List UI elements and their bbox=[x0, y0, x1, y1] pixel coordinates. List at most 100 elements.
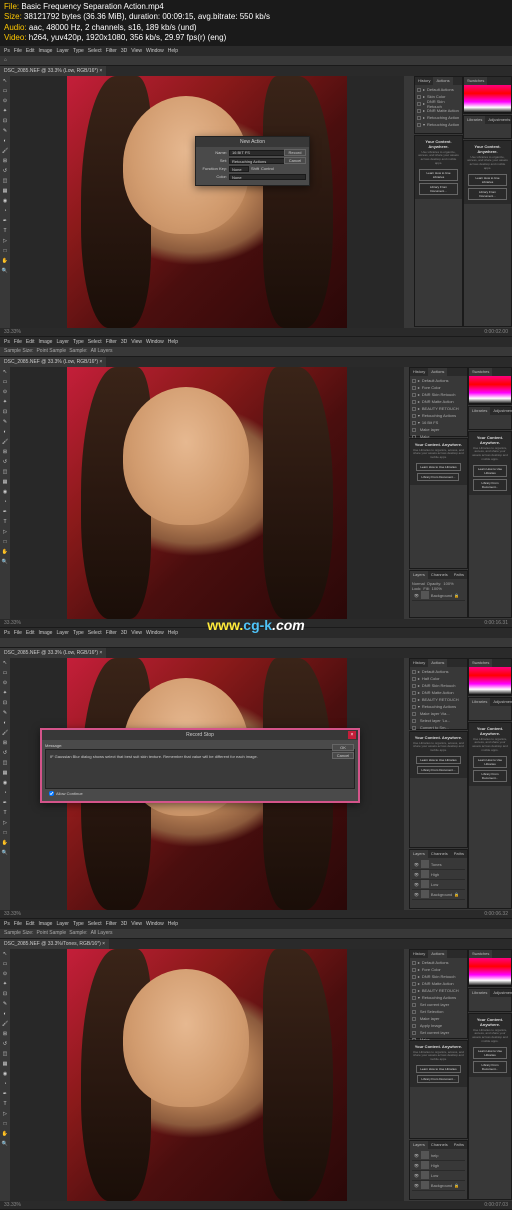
color-select[interactable]: None bbox=[229, 174, 306, 180]
menu-type[interactable]: Type bbox=[73, 339, 84, 345]
move-tool[interactable]: ↖ bbox=[0, 76, 10, 86]
gradient-tool[interactable]: ▦ bbox=[0, 186, 10, 196]
menu-file[interactable]: File bbox=[14, 339, 22, 345]
layer-row[interactable]: 👁Tones bbox=[412, 860, 465, 870]
eye-icon[interactable]: 👁 bbox=[414, 872, 419, 877]
eye-icon[interactable]: 👁 bbox=[414, 1183, 419, 1188]
eye-icon[interactable]: 👁 bbox=[414, 1163, 419, 1168]
menu-type[interactable]: Type bbox=[73, 48, 84, 54]
allow-continue-checkbox[interactable] bbox=[49, 791, 54, 796]
pen-tool[interactable]: ✒ bbox=[0, 216, 10, 226]
actions-tab[interactable]: Actions bbox=[428, 659, 447, 667]
menu-image[interactable]: Image bbox=[39, 339, 53, 345]
layers-tab[interactable]: Layers bbox=[410, 1141, 428, 1149]
menu-view[interactable]: View bbox=[131, 48, 142, 54]
fkey-select[interactable]: None bbox=[229, 166, 249, 172]
hand-tool[interactable]: ✋ bbox=[0, 256, 10, 266]
doc-tab[interactable]: DSC_2085.NEF @ 33.3% (Low, RGB/16*) × bbox=[0, 357, 106, 367]
menu-edit[interactable]: Edit bbox=[26, 339, 35, 345]
history-tab[interactable]: History bbox=[415, 77, 433, 85]
color-picker[interactable] bbox=[464, 85, 511, 113]
menu-window[interactable]: Window bbox=[146, 48, 164, 54]
cc-library-button[interactable]: Library From Document... bbox=[419, 183, 458, 195]
message-textarea[interactable]: IF Gaussian Blur dialog shows select tha… bbox=[45, 749, 355, 789]
eye-icon[interactable]: 👁 bbox=[414, 1153, 419, 1158]
menu-layer[interactable]: Layer bbox=[56, 339, 69, 345]
eyedropper-tool[interactable]: ✎ bbox=[0, 126, 10, 136]
actions-tab[interactable]: Actions bbox=[428, 368, 447, 376]
ok-button[interactable]: OK bbox=[332, 744, 354, 751]
cancel-button[interactable]: Cancel bbox=[284, 157, 306, 164]
menu-edit[interactable]: Edit bbox=[26, 48, 35, 54]
menu-3d[interactable]: 3D bbox=[121, 48, 127, 54]
home-icon[interactable]: ⌂ bbox=[4, 57, 7, 63]
actions-tab[interactable]: Actions bbox=[428, 950, 447, 958]
layer-row[interactable]: 👁Low bbox=[412, 1171, 465, 1181]
layers-tab[interactable]: Layers bbox=[410, 571, 428, 579]
menu-help[interactable]: Help bbox=[168, 339, 178, 345]
photoshop-frame-2: Ps FileEditImageLayerTypeSelectFilter3DV… bbox=[0, 337, 512, 627]
layer-row[interactable]: 👁Background🔒 bbox=[412, 890, 465, 900]
cc-learn-button[interactable]: Learn How to Use Libraries bbox=[468, 174, 507, 186]
dialog-title: New Action bbox=[196, 137, 309, 147]
action-item[interactable]: ▸Default Actions bbox=[417, 87, 460, 93]
menu-layer[interactable]: Layer bbox=[56, 48, 69, 54]
eye-icon[interactable]: 👁 bbox=[414, 593, 419, 598]
layer-row[interactable]: 👁High bbox=[412, 870, 465, 880]
eye-icon[interactable]: 👁 bbox=[414, 1173, 419, 1178]
blur-tool[interactable]: ◉ bbox=[0, 196, 10, 206]
path-tool[interactable]: ▷ bbox=[0, 236, 10, 246]
eraser-tool[interactable]: ◫ bbox=[0, 176, 10, 186]
menu-window[interactable]: Window bbox=[146, 339, 164, 345]
shape-tool[interactable]: □ bbox=[0, 246, 10, 256]
doc-tab[interactable]: DSC_2085.NEF @ 33.3% (Low, RGB/16*) × bbox=[0, 648, 106, 658]
layers-tab[interactable]: Layers bbox=[410, 850, 428, 858]
layer-row[interactable]: 👁Background🔒 bbox=[412, 1181, 465, 1191]
menu-select[interactable]: Select bbox=[88, 339, 102, 345]
menu-select[interactable]: Select bbox=[88, 48, 102, 54]
cancel-button[interactable]: Cancel bbox=[332, 752, 354, 759]
canvas-area: Record Stop× Message: IF Gaussian Blur d… bbox=[10, 658, 404, 910]
panel-icons bbox=[404, 76, 414, 328]
doc-tab[interactable]: DSC_2085.NEF @ 33.3% (Low, RGB/16*) × bbox=[0, 66, 106, 76]
wand-tool[interactable]: ✦ bbox=[0, 106, 10, 116]
doc-tab[interactable]: DSC_2085.NEF @ 33.3%/Tones, RGB/16*) × bbox=[0, 939, 109, 949]
menu-view[interactable]: View bbox=[131, 339, 142, 345]
record-button[interactable]: Record bbox=[284, 149, 306, 156]
menu-3d[interactable]: 3D bbox=[121, 339, 127, 345]
layer-row[interactable]: 👁Background🔒 bbox=[412, 591, 465, 601]
brush-tool[interactable]: 🖌 bbox=[0, 146, 10, 156]
eye-icon[interactable]: 👁 bbox=[414, 882, 419, 887]
action-item[interactable]: ▸DNR Matte Action bbox=[417, 108, 460, 114]
eye-icon[interactable]: 👁 bbox=[414, 892, 419, 897]
actions-tab[interactable]: Actions bbox=[433, 77, 452, 85]
layer-row[interactable]: 👁Low bbox=[412, 880, 465, 890]
marquee-tool[interactable]: ▭ bbox=[0, 86, 10, 96]
stamp-tool[interactable]: ⊞ bbox=[0, 156, 10, 166]
lasso-tool[interactable]: ⊙ bbox=[0, 96, 10, 106]
color-picker[interactable] bbox=[469, 376, 511, 404]
cc-library-button[interactable]: Library From Document... bbox=[468, 188, 507, 200]
menu-filter[interactable]: Filter bbox=[106, 339, 117, 345]
close-button[interactable]: × bbox=[348, 731, 356, 739]
dodge-tool[interactable]: ◔ bbox=[0, 206, 10, 216]
zoom-tool[interactable]: 🔍 bbox=[0, 266, 10, 276]
cc-learn-button[interactable]: Learn How to Use Libraries bbox=[419, 169, 458, 181]
history-brush-tool[interactable]: ↺ bbox=[0, 166, 10, 176]
adjustments-tab[interactable]: Adjustments bbox=[485, 116, 512, 124]
swatches-tab[interactable]: Swatches bbox=[464, 77, 487, 85]
crop-tool[interactable]: ⊡ bbox=[0, 116, 10, 126]
type-tool[interactable]: T bbox=[0, 226, 10, 236]
layer-row[interactable]: 👁help bbox=[412, 1151, 465, 1161]
menu-file[interactable]: File bbox=[14, 48, 22, 54]
eye-icon[interactable]: 👁 bbox=[414, 862, 419, 867]
menu-filter[interactable]: Filter bbox=[106, 48, 117, 54]
libraries-tab[interactable]: Libraries bbox=[464, 116, 485, 124]
action-item[interactable]: ▾Retouching Action bbox=[417, 122, 460, 128]
action-item[interactable]: ▸DNR Skin Retouch bbox=[417, 101, 460, 107]
layer-row[interactable]: 👁High bbox=[412, 1161, 465, 1171]
menu-image[interactable]: Image bbox=[39, 48, 53, 54]
menu-help[interactable]: Help bbox=[168, 48, 178, 54]
action-item[interactable]: ▸Retouching Action bbox=[417, 115, 460, 121]
heal-tool[interactable]: ◐ bbox=[0, 136, 10, 146]
